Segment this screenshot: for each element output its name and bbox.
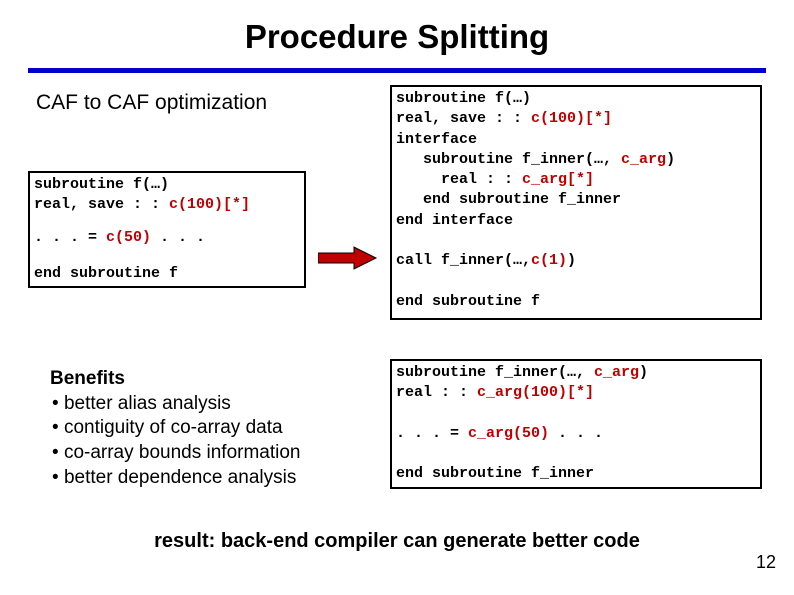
code-keyword: c_arg(100)[*] <box>468 384 594 401</box>
code-line: end subroutine f <box>396 293 540 310</box>
code-keyword: c_arg[*] <box>513 171 594 188</box>
code-keyword: c(1) <box>531 252 567 269</box>
slide: Procedure Splitting CAF to CAF optimizat… <box>0 0 794 595</box>
left-code-seg1: subroutine f(…) real, save : : c(100)[*] <box>28 171 306 218</box>
benefits-block: Benefits better alias analysis contiguit… <box>50 367 370 490</box>
slide-title: Procedure Splitting <box>0 18 794 56</box>
code-line: end subroutine f_inner <box>396 191 621 208</box>
code-line: ) <box>666 151 675 168</box>
list-item: contiguity of co-array data <box>52 416 370 441</box>
left-code-seg3: end subroutine f <box>28 258 306 288</box>
code-line: ) <box>639 364 648 381</box>
code-line: real : : <box>396 171 513 188</box>
code-keyword: c(100)[*] <box>522 110 612 127</box>
benefits-heading: Benefits <box>50 367 370 392</box>
code-keyword: c(100)[*] <box>160 196 250 213</box>
code-keyword: c(50) <box>106 229 151 246</box>
code-line: . . . <box>549 425 603 442</box>
code-line: real, save : : <box>34 196 160 213</box>
code-line: end interface <box>396 212 513 229</box>
code-line: subroutine f(…) <box>34 176 169 193</box>
list-item: better alias analysis <box>52 392 370 417</box>
code-line: end subroutine f <box>34 265 178 282</box>
code-line: subroutine f_inner(…, <box>396 364 585 381</box>
arrow-right-icon <box>318 246 378 270</box>
benefits-list: better alias analysis contiguity of co-a… <box>52 392 370 491</box>
code-line: real, save : : <box>396 110 522 127</box>
code-line: interface <box>396 131 477 148</box>
list-item: co-array bounds information <box>52 441 370 466</box>
code-line: subroutine f(…) <box>396 90 531 107</box>
code-keyword: c_arg(50) <box>468 425 549 442</box>
code-line: . . . = <box>396 425 468 442</box>
code-line: call f_inner(…, <box>396 252 531 269</box>
code-line: subroutine f_inner(…, <box>396 151 612 168</box>
code-line: . . . <box>151 229 205 246</box>
list-item: better dependence analysis <box>52 466 370 491</box>
page-number: 12 <box>756 552 776 573</box>
code-keyword: c_arg <box>585 364 639 381</box>
right-code-box-2: subroutine f_inner(…, c_arg) real : : c_… <box>390 359 762 489</box>
content-area: CAF to CAF optimization subroutine f(…) … <box>0 91 794 115</box>
result-text: result: back-end compiler can generate b… <box>0 530 794 553</box>
right-code-box-1: subroutine f(…) real, save : : c(100)[*]… <box>390 85 762 320</box>
code-line: . . . = <box>34 229 106 246</box>
left-code-seg2: . . . = c(50) . . . <box>28 218 306 258</box>
code-keyword: c_arg <box>612 151 666 168</box>
code-line: ) <box>567 252 576 269</box>
code-line: real : : <box>396 384 468 401</box>
title-divider <box>28 68 766 73</box>
code-line: end subroutine f_inner <box>396 465 594 482</box>
left-code-box: subroutine f(…) real, save : : c(100)[*]… <box>28 171 306 288</box>
